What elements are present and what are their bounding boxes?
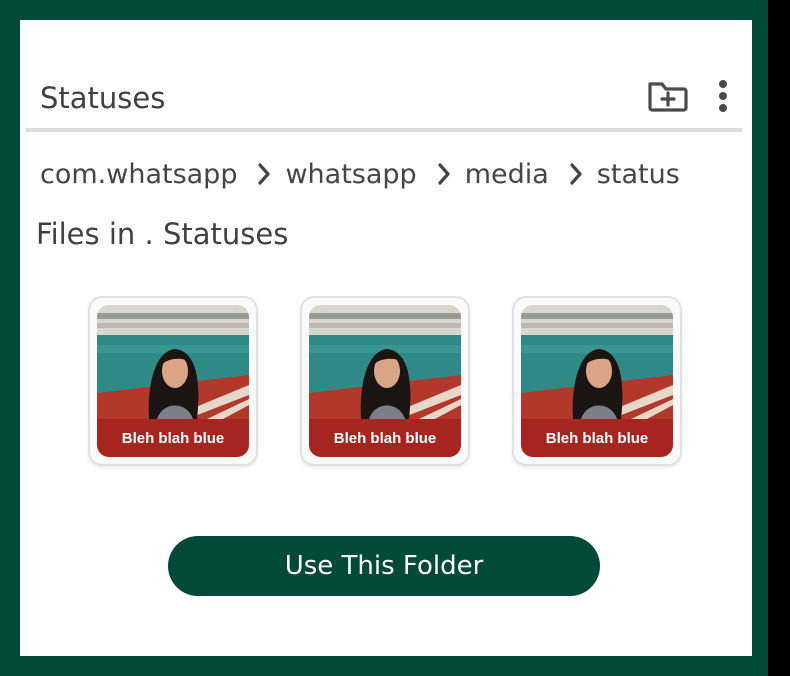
breadcrumb-item-com-whatsapp[interactable]: com.whatsapp [40, 159, 237, 190]
app-bar: Statuses [20, 80, 752, 130]
header-divider [26, 128, 742, 132]
status-thumbnail[interactable]: Bleh blah blue [88, 296, 258, 466]
breadcrumb: com.whatsapp whatsapp media status [40, 154, 680, 194]
chevron-right-icon [257, 162, 271, 186]
thumbnail-caption: Bleh blah blue [521, 419, 673, 457]
create-new-folder-icon [648, 82, 688, 112]
chevron-right-icon [437, 162, 451, 186]
more-vertical-icon [719, 80, 727, 112]
new-folder-button[interactable] [646, 74, 690, 118]
page-title: Statuses [40, 81, 166, 115]
status-thumbnail[interactable]: Bleh blah blue [300, 296, 470, 466]
files-heading: Files in . Statuses [36, 217, 289, 251]
more-options-button[interactable] [708, 74, 738, 118]
thumbnail-image: Bleh blah blue [521, 305, 673, 457]
breadcrumb-item-media[interactable]: media [465, 159, 549, 190]
thumbnail-image: Bleh blah blue [309, 305, 461, 457]
breadcrumb-item-status[interactable]: status [597, 159, 680, 190]
use-this-folder-button[interactable]: Use This Folder [168, 536, 600, 596]
window-edge [768, 0, 790, 676]
folder-picker-panel: Statuses com.whatsapp whatsapp media sta… [20, 20, 752, 656]
thumbnail-caption: Bleh blah blue [97, 419, 249, 457]
thumbnail-caption: Bleh blah blue [309, 419, 461, 457]
chevron-right-icon [569, 162, 583, 186]
breadcrumb-item-whatsapp[interactable]: whatsapp [285, 159, 416, 190]
thumbnail-image: Bleh blah blue [97, 305, 249, 457]
status-thumbnail[interactable]: Bleh blah blue [512, 296, 682, 466]
